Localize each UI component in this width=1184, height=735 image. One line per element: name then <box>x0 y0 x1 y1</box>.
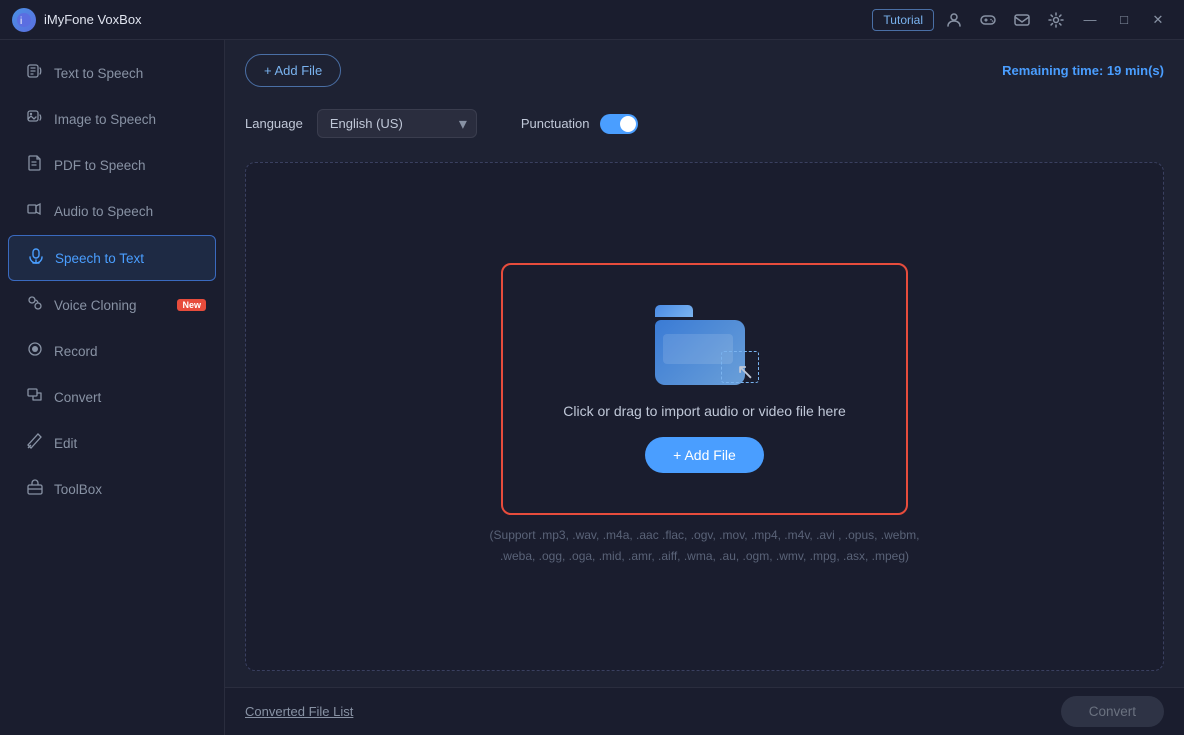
convert-button[interactable]: Convert <box>1061 696 1164 727</box>
edit-icon <box>26 433 44 453</box>
topbar: + Add File Remaining time: 19 min(s) <box>225 40 1184 101</box>
sidebar-label-voice-cloning: Voice Cloning <box>54 298 137 313</box>
titlebar-actions: Tutorial — □ ✕ <box>872 6 1172 34</box>
voice-cloning-icon <box>26 295 44 315</box>
audio-to-speech-icon <box>26 201 44 221</box>
sidebar-item-audio-to-speech[interactable]: Audio to Speech <box>8 189 216 233</box>
user-icon[interactable] <box>940 6 968 34</box>
remaining-label: Remaining time: <box>1002 63 1107 78</box>
tutorial-button[interactable]: Tutorial <box>872 9 934 31</box>
app-title: iMyFone VoxBox <box>44 12 872 27</box>
sidebar-item-image-to-speech[interactable]: Image to Speech <box>8 97 216 141</box>
sidebar-label-speech-to-text: Speech to Text <box>55 251 144 266</box>
dropzone-inner: ↖ Click or drag to import audio or video… <box>501 263 907 515</box>
sidebar-item-toolbox[interactable]: ToolBox <box>8 467 216 511</box>
maximize-button[interactable]: □ <box>1110 6 1138 34</box>
punctuation-label: Punctuation <box>521 116 590 131</box>
language-select-wrapper: English (US) English (UK) Spanish French… <box>317 109 477 138</box>
convert-icon <box>26 387 44 407</box>
bottombar: Converted File List Convert <box>225 687 1184 735</box>
titlebar: i iMyFone VoxBox Tutorial — □ ✕ <box>0 0 1184 40</box>
main-layout: Text to Speech Image to Speech PDF to Sp… <box>0 40 1184 735</box>
folder-tab <box>655 305 693 317</box>
minimize-button[interactable]: — <box>1076 6 1104 34</box>
converted-file-list-link[interactable]: Converted File List <box>245 704 353 719</box>
dropzone-text: Click or drag to import audio or video f… <box>563 403 845 419</box>
sidebar-label-edit: Edit <box>54 436 77 451</box>
folder-icon: ↖ <box>655 305 755 385</box>
punctuation-toggle[interactable] <box>600 114 638 134</box>
close-button[interactable]: ✕ <box>1144 6 1172 34</box>
dropzone-wrapper: ↖ Click or drag to import audio or video… <box>225 146 1184 687</box>
cursor-icon: ↖ <box>736 359 754 385</box>
support-text-line2: .weba, .ogg, .oga, .mid, .amr, .aiff, .w… <box>500 549 909 563</box>
sidebar-label-image-to-speech: Image to Speech <box>54 112 156 127</box>
toolbox-icon <box>26 479 44 499</box>
support-text-line1: (Support .mp3, .wav, .m4a, .aac .flac, .… <box>490 528 920 542</box>
sidebar-item-pdf-to-speech[interactable]: PDF to Speech <box>8 143 216 187</box>
sidebar-label-record: Record <box>54 344 98 359</box>
language-select[interactable]: English (US) English (UK) Spanish French… <box>317 109 477 138</box>
sidebar: Text to Speech Image to Speech PDF to Sp… <box>0 40 225 735</box>
gear-icon[interactable] <box>1042 6 1070 34</box>
record-icon <box>26 341 44 361</box>
remaining-value: 19 min(s) <box>1107 63 1164 78</box>
sidebar-item-voice-cloning[interactable]: Voice Cloning New <box>8 283 216 327</box>
app-logo: i <box>12 8 36 32</box>
new-badge: New <box>177 299 206 311</box>
sidebar-label-audio-to-speech: Audio to Speech <box>54 204 153 219</box>
sidebar-label-convert: Convert <box>54 390 101 405</box>
mail-icon[interactable] <box>1008 6 1036 34</box>
punctuation-section: Punctuation <box>521 114 638 134</box>
text-to-speech-icon <box>26 63 44 83</box>
dropzone-outer[interactable]: ↖ Click or drag to import audio or video… <box>245 162 1164 671</box>
svg-text:i: i <box>20 16 22 27</box>
dropzone-add-file-button[interactable]: + Add File <box>645 437 764 473</box>
speech-to-text-icon <box>27 248 45 268</box>
sidebar-item-convert[interactable]: Convert <box>8 375 216 419</box>
sidebar-label-toolbox: ToolBox <box>54 482 102 497</box>
content-area: + Add File Remaining time: 19 min(s) Lan… <box>225 40 1184 735</box>
image-to-speech-icon <box>26 109 44 129</box>
support-formats-text: (Support .mp3, .wav, .m4a, .aac .flac, .… <box>490 515 920 570</box>
sidebar-item-speech-to-text[interactable]: Speech to Text <box>8 235 216 281</box>
sidebar-item-edit[interactable]: Edit <box>8 421 216 465</box>
sidebar-label-pdf-to-speech: PDF to Speech <box>54 158 146 173</box>
gamepad-icon[interactable] <box>974 6 1002 34</box>
sidebar-item-record[interactable]: Record <box>8 329 216 373</box>
remaining-time: Remaining time: 19 min(s) <box>1002 63 1164 78</box>
sidebar-label-text-to-speech: Text to Speech <box>54 66 143 81</box>
add-file-button[interactable]: + Add File <box>245 54 341 87</box>
sidebar-item-text-to-speech[interactable]: Text to Speech <box>8 51 216 95</box>
language-label: Language <box>245 116 303 131</box>
pdf-to-speech-icon <box>26 155 44 175</box>
language-bar: Language English (US) English (UK) Spani… <box>225 101 1184 146</box>
